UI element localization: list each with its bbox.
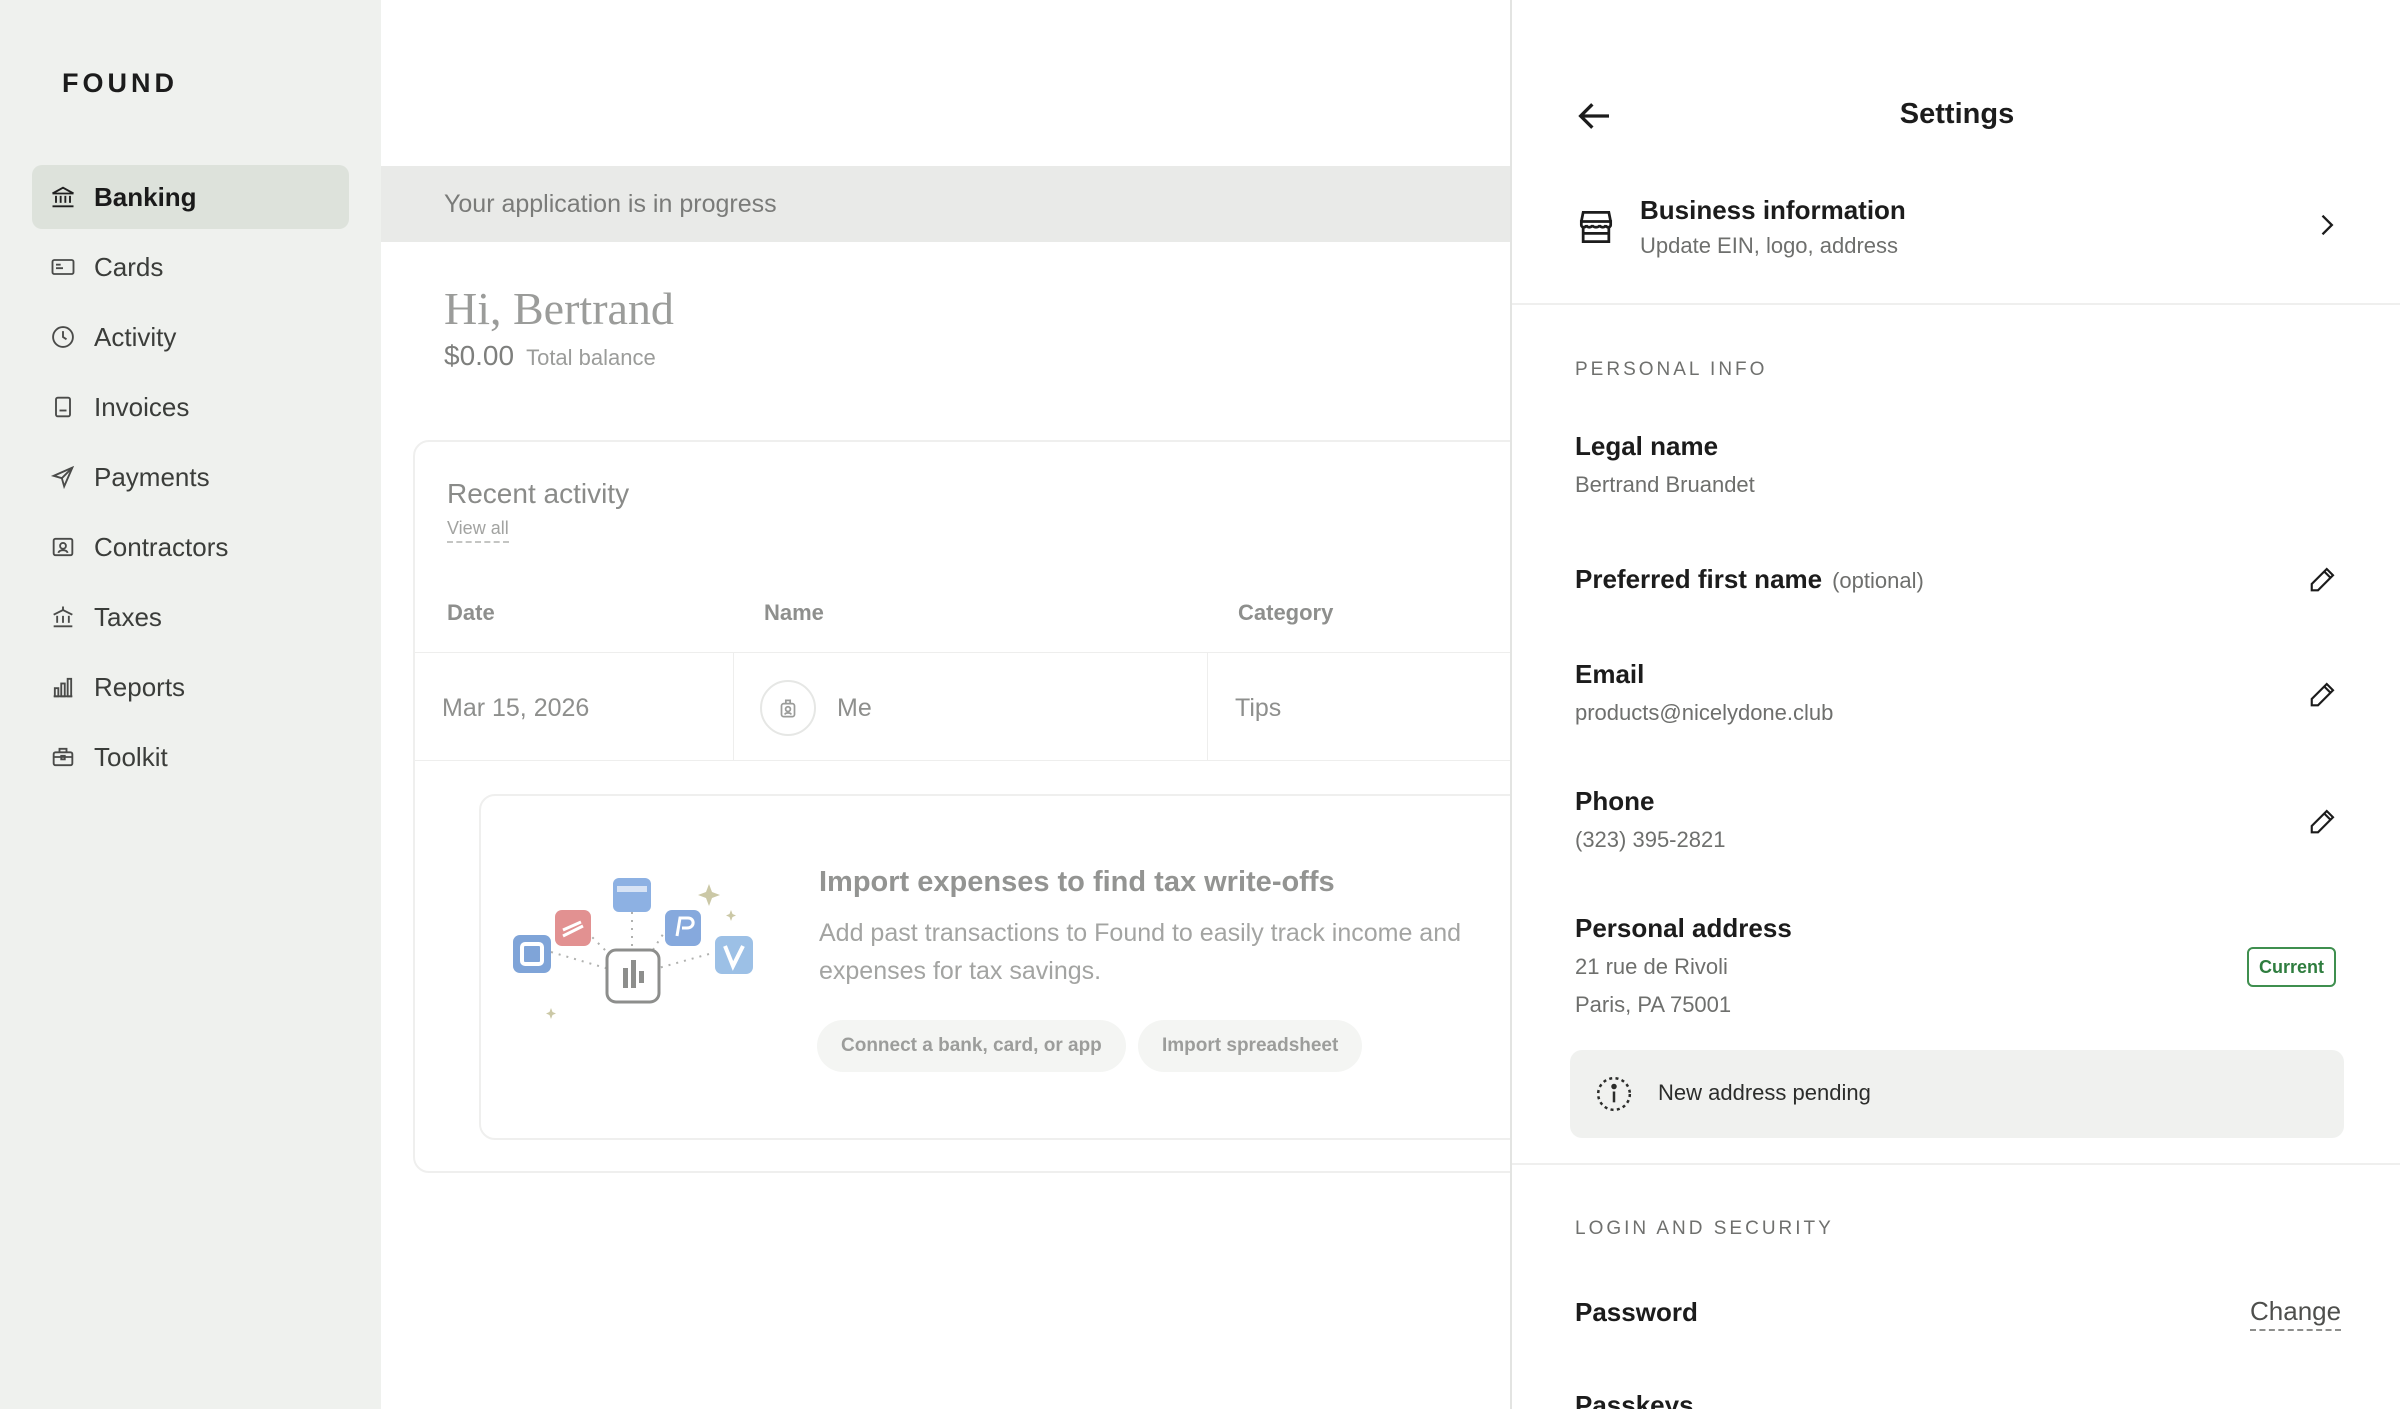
phone-value: (323) 395-2821 — [1575, 827, 1726, 852]
sidebar-item-invoices[interactable]: Invoices — [32, 375, 349, 439]
import-description: Add past transactions to Found to easily… — [819, 919, 1462, 985]
row-date: Mar 15, 2026 — [442, 694, 590, 722]
row-category: Tips — [1235, 694, 1282, 722]
column-header-name[interactable]: Name — [764, 600, 824, 626]
balance-summary: $0.00 Total balance — [444, 340, 656, 372]
balance-amount: $0.00 — [444, 340, 515, 371]
personal-address-label: Personal address — [1575, 913, 1792, 943]
import-spreadsheet-button[interactable]: Import spreadsheet — [1138, 1020, 1363, 1072]
balance-label: Total balance — [526, 345, 656, 370]
sidebar-item-cards[interactable]: Cards — [32, 235, 349, 299]
storefront-icon — [1579, 210, 1613, 244]
bank-icon — [48, 182, 78, 212]
edit-phone-pencil-icon[interactable] — [2308, 806, 2338, 836]
main-content: Your application is in progress Hi, Bert… — [381, 0, 1539, 1409]
preferred-name-label: Preferred first name (optional) — [1575, 564, 1924, 595]
briefcase-icon — [48, 742, 78, 772]
greeting: Hi, Bertrand — [444, 283, 674, 334]
sidebar: FOUND Banking Cards Activity Invoices Pa… — [0, 0, 381, 1409]
sidebar-item-label: Taxes — [94, 601, 162, 632]
bar-chart-icon — [48, 672, 78, 702]
settings-title: Settings — [1899, 98, 2015, 130]
email-value: products@nicelydone.club — [1575, 700, 1834, 725]
government-icon — [48, 602, 78, 632]
optional-hint: (optional) — [1832, 568, 1924, 593]
sidebar-item-label: Toolkit — [94, 741, 168, 772]
business-information-title: Business information — [1640, 195, 1906, 225]
recent-activity-title: Recent activity — [447, 478, 630, 509]
bank-connections-illustration — [513, 878, 753, 1019]
new-address-pending-notice: New address pending — [1570, 1050, 2344, 1138]
settings-panel: Settings Business information Update EIN… — [1510, 0, 2400, 1409]
application-banner[interactable]: Your application is in progress — [381, 166, 1511, 242]
sidebar-item-activity[interactable]: Activity — [32, 305, 349, 369]
found-logo[interactable]: FOUND — [62, 68, 178, 99]
address-line-2: Paris, PA 75001 — [1575, 992, 1732, 1017]
personal-info-heading: PERSONAL INFO — [1575, 359, 1768, 380]
edit-preferred-name-pencil-icon[interactable] — [2308, 564, 2338, 594]
sidebar-item-label: Cards — [94, 251, 164, 282]
edit-email-pencil-icon[interactable] — [2308, 679, 2338, 709]
sidebar-item-reports[interactable]: Reports — [32, 655, 349, 719]
sidebar-item-toolkit[interactable]: Toolkit — [32, 725, 349, 789]
sidebar-item-taxes[interactable]: Taxes — [32, 585, 349, 649]
sidebar-item-label: Payments — [94, 461, 210, 492]
row-divider — [415, 760, 1535, 761]
invoice-icon — [48, 392, 78, 422]
connect-bank-button[interactable]: Connect a bank, card, or app — [817, 1020, 1126, 1072]
column-header-category[interactable]: Category — [1238, 600, 1333, 626]
clock-icon — [48, 322, 78, 352]
sidebar-item-label: Contractors — [94, 531, 229, 562]
sidebar-item-payments[interactable]: Payments — [32, 445, 349, 509]
card-icon — [48, 252, 78, 282]
sidebar-item-label: Reports — [94, 671, 186, 702]
import-title: Import expenses to find tax write-offs — [819, 866, 1335, 898]
pending-notice-text: New address pending — [1658, 1080, 1871, 1105]
row-divider — [415, 652, 1535, 653]
preferred-name-text: Preferred first name — [1575, 564, 1823, 594]
send-icon — [48, 462, 78, 492]
import-expenses-card: Import expenses to find tax write-offs A… — [479, 794, 1539, 1140]
sidebar-item-label: Activity — [94, 321, 177, 352]
business-information-subtitle: Update EIN, logo, address — [1640, 233, 1899, 258]
legal-name-label: Legal name — [1575, 431, 1719, 461]
row-name: Me — [837, 694, 872, 722]
current-status-badge: Current — [2247, 947, 2337, 987]
change-password-link[interactable]: Change — [2250, 1296, 2342, 1331]
sidebar-item-label: Invoices — [94, 391, 190, 422]
legal-name-value: Bertrand Bruandet — [1575, 472, 1755, 497]
business-information-row[interactable]: Business information Update EIN, logo, a… — [1512, 175, 2400, 305]
login-security-heading: LOGIN AND SECURITY — [1575, 1218, 1834, 1239]
column-header-date[interactable]: Date — [447, 600, 495, 626]
phone-label: Phone — [1575, 786, 1655, 816]
password-label: Password — [1575, 1297, 1698, 1327]
recent-activity-card: Recent activity View all Date Name Categ… — [413, 440, 1539, 1173]
banner-text: Your application is in progress — [444, 190, 777, 218]
chevron-right-icon — [2321, 214, 2334, 236]
sidebar-item-label: Banking — [94, 181, 197, 212]
sidebar-nav: Banking Cards Activity Invoices Payments — [32, 165, 349, 795]
section-divider — [1512, 1163, 2400, 1165]
column-divider — [1207, 652, 1208, 760]
view-all-link[interactable]: View all — [447, 518, 509, 543]
contractor-icon — [48, 532, 78, 562]
passkeys-label: Passkeys — [1575, 1390, 1694, 1409]
email-label: Email — [1575, 659, 1645, 689]
address-line-1: 21 rue de Rivoli — [1575, 954, 1728, 979]
sidebar-item-banking[interactable]: Banking — [32, 165, 349, 229]
person-avatar-icon — [760, 680, 816, 736]
info-icon — [1596, 1076, 1632, 1112]
column-divider — [733, 652, 734, 760]
sidebar-item-contractors[interactable]: Contractors — [32, 515, 349, 579]
